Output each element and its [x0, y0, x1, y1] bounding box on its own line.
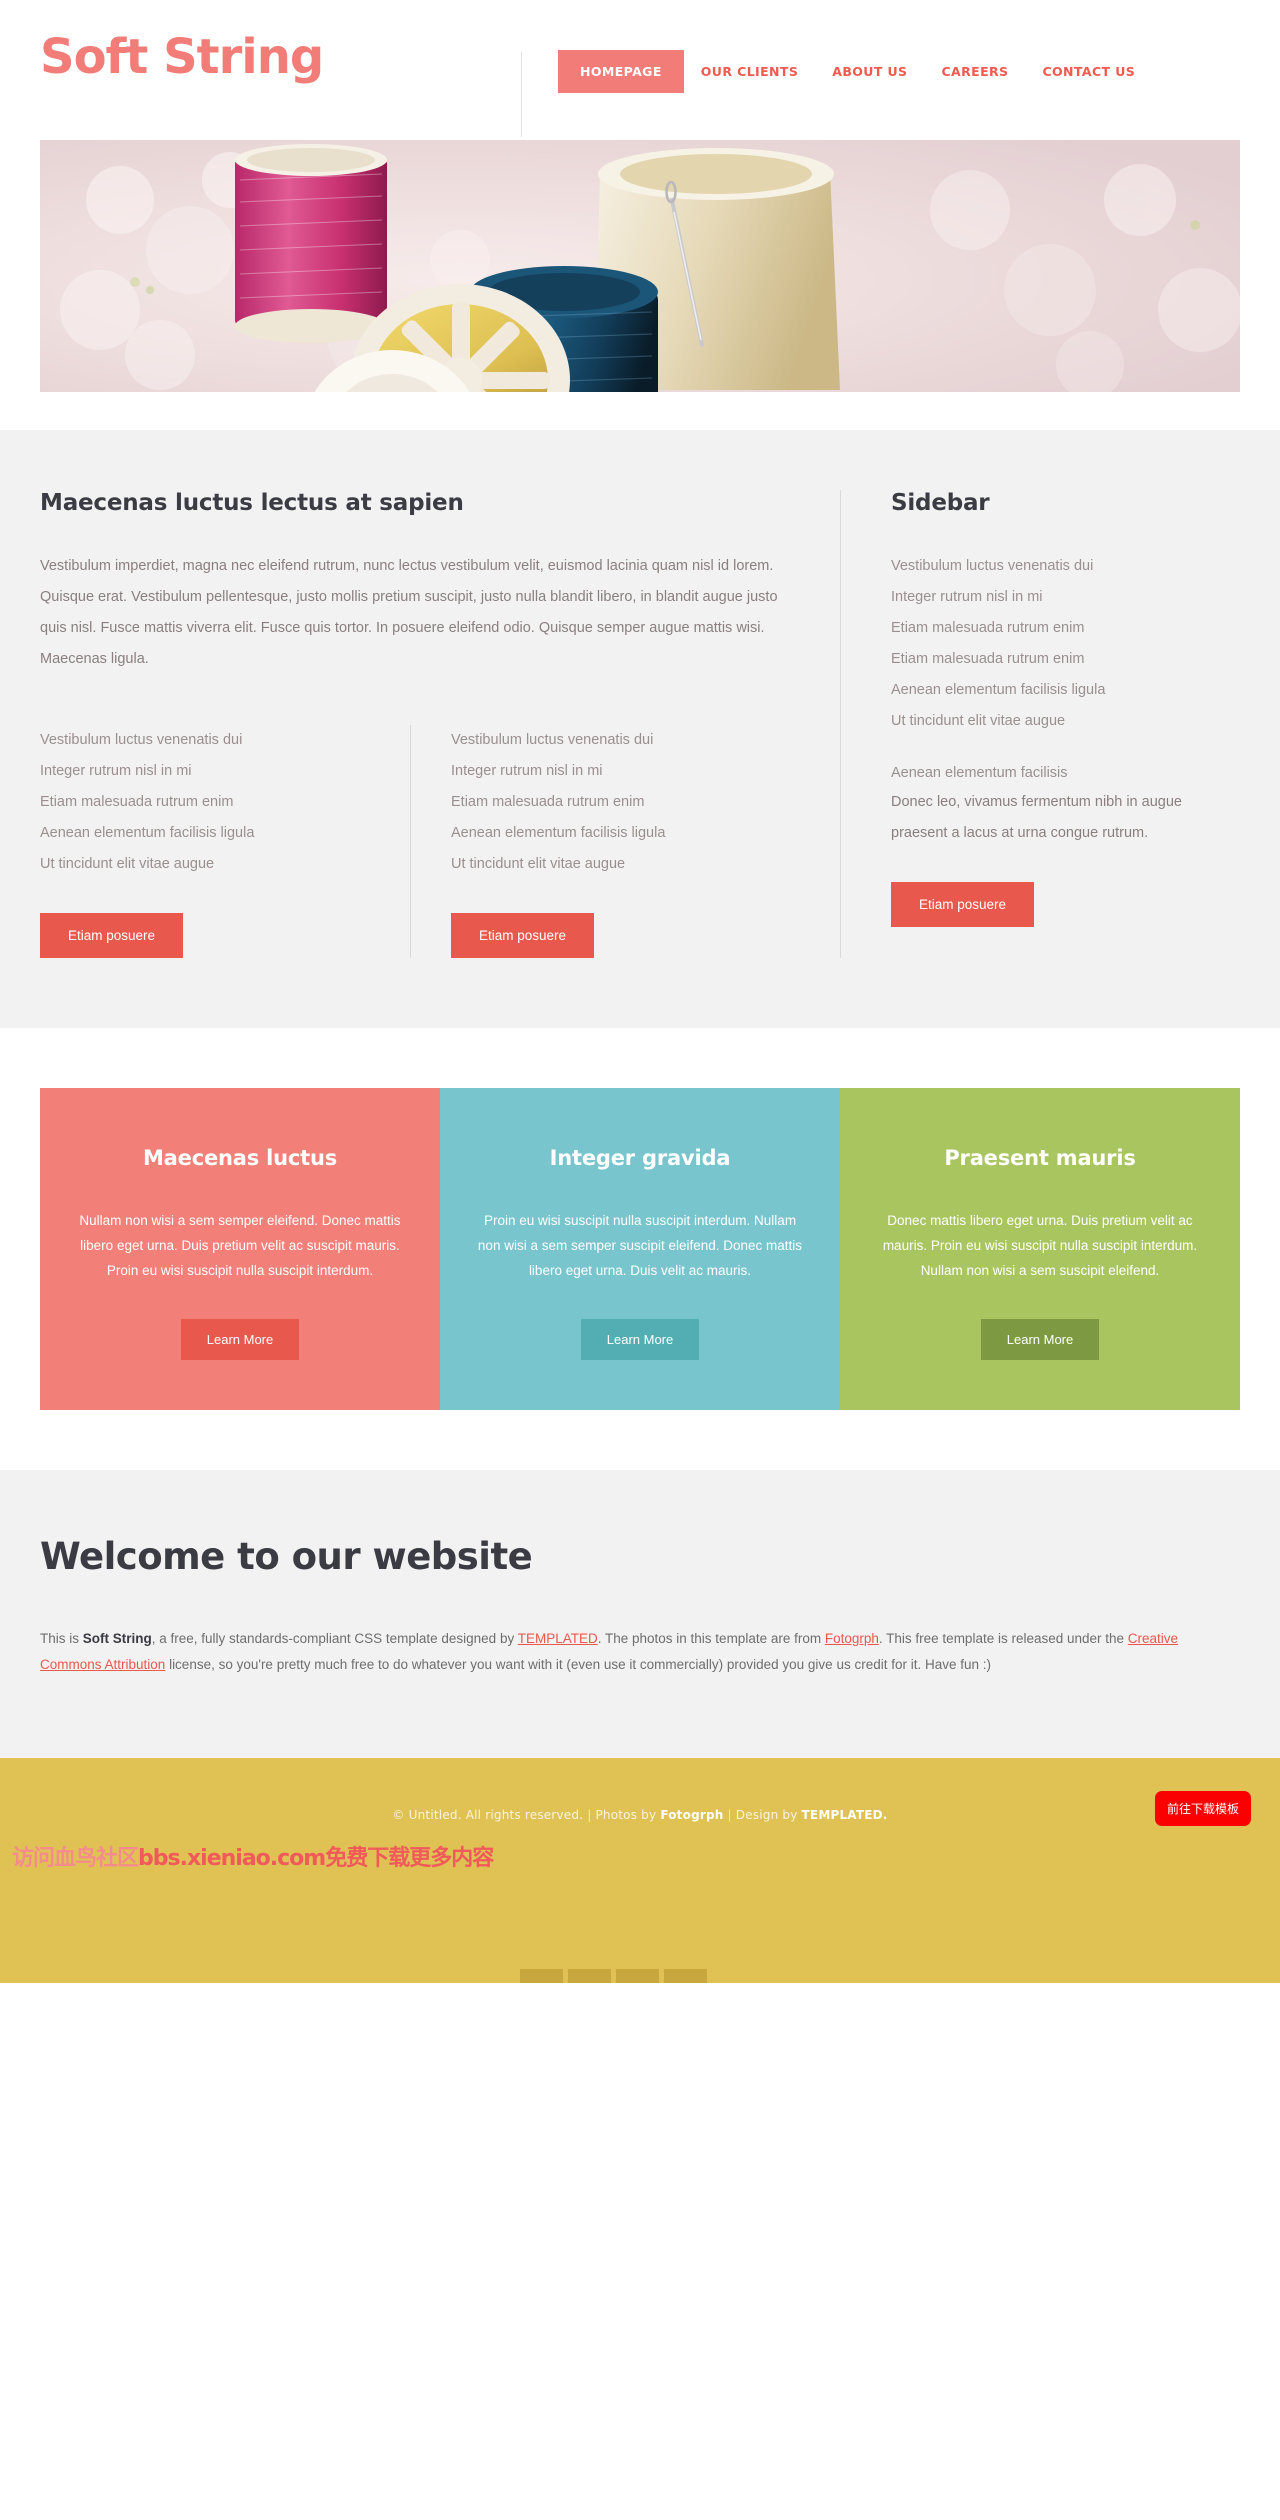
main-heading: Maecenas luctus lectus at sapien — [40, 490, 464, 516]
list-item: Vestibulum luctus venenatis dui — [891, 558, 1094, 574]
promo-boxes-section: Maecenas luctus Nullam non wisi a sem se… — [0, 1028, 1280, 1470]
header-divider — [521, 52, 522, 137]
promo-box-text: Nullam non wisi a sem semper eleifend. D… — [79, 1213, 401, 1278]
welcome-paragraph: This is Soft String, a free, fully stand… — [40, 1626, 1240, 1678]
feature-list-right: Vestibulum luctus venenatis dui Integer … — [410, 725, 780, 958]
welcome-text-1: This is — [40, 1631, 83, 1646]
nav-item-homepage[interactable]: HOMEPAGE — [558, 50, 684, 93]
list-item: Ut tincidunt elit vitae augue — [891, 713, 1066, 729]
list-left: Vestibulum luctus venenatis dui Integer … — [40, 725, 370, 880]
banner-section — [0, 140, 1280, 430]
etiam-posuere-button-left[interactable]: Etiam posuere — [40, 913, 184, 958]
learn-more-button-integer[interactable]: Learn More — [580, 1319, 700, 1360]
promo-box-title: Praesent mauris — [944, 1146, 1136, 1170]
promo-box-text: Donec mattis libero eget urna. Duis pret… — [882, 1213, 1198, 1278]
main-navigation: HOMEPAGE OUR CLIENTS ABOUT US CAREERS CO… — [558, 50, 1152, 93]
sidebar-column: Sidebar Vestibulum luctus venenatis dui … — [840, 490, 1240, 958]
nav-item-careers[interactable]: CAREERS — [924, 50, 1025, 93]
footer-bottom-blocks — [520, 1969, 707, 1983]
list-item: Ut tincidunt elit vitae augue — [451, 856, 626, 872]
footer-design-prefix: Design by — [735, 1808, 802, 1822]
learn-more-button-maecenas[interactable]: Learn More — [180, 1319, 300, 1360]
feature-list-left: Vestibulum luctus venenatis dui Integer … — [40, 725, 410, 958]
footer-design-by[interactable]: TEMPLATED. — [802, 1808, 888, 1822]
content-section: Maecenas luctus lectus at sapien Vestibu… — [0, 430, 1280, 1028]
list-item: Integer rutrum nisl in mi — [891, 589, 1043, 605]
sidebar-subheading: Aenean elementum facilisis — [891, 765, 1068, 781]
etiam-posuere-button-right[interactable]: Etiam posuere — [451, 913, 595, 958]
learn-more-button-praesent[interactable]: Learn More — [980, 1319, 1100, 1360]
watermark-part-1: 访问血鸟社区 — [12, 1846, 139, 1871]
list-item: Vestibulum luctus venenatis dui — [451, 732, 654, 748]
list-item: Aenean elementum facilisis ligula — [451, 825, 666, 841]
welcome-text-5: license, so you're pretty much free to d… — [165, 1657, 992, 1672]
welcome-heading: Welcome to our website — [40, 1535, 533, 1578]
nav-item-about-us[interactable]: ABOUT US — [815, 50, 924, 93]
footer-separator: | — [587, 1808, 592, 1822]
sidebar-heading: Sidebar — [891, 490, 990, 516]
sidebar-paragraph: Donec leo, vivamus fermentum nibh in aug… — [891, 794, 1182, 841]
list-item: Integer rutrum nisl in mi — [451, 763, 603, 779]
promo-box-title: Maecenas luctus — [142, 1146, 338, 1170]
feature-lists: Vestibulum luctus venenatis dui Integer … — [40, 725, 780, 958]
site-header: Soft String HOMEPAGE OUR CLIENTS ABOUT U… — [0, 0, 1280, 140]
promo-box-title: Integer gravida — [549, 1146, 731, 1170]
footer-block — [664, 1969, 707, 1983]
site-logo[interactable]: Soft String — [40, 33, 324, 81]
promo-box-text: Proin eu wisi suscipit nulla suscipit in… — [477, 1213, 803, 1278]
footer-photos-prefix: Photos by — [595, 1808, 661, 1822]
site-watermark: 访问血鸟社区bbs.xieniao.com免费下载更多内容 — [12, 1840, 494, 1872]
sidebar-list: Vestibulum luctus venenatis dui Integer … — [891, 551, 1240, 737]
list-item: Etiam malesuada rutrum enim — [891, 620, 1085, 636]
main-column: Maecenas luctus lectus at sapien Vestibu… — [40, 490, 840, 958]
list-item: Etiam malesuada rutrum enim — [891, 651, 1085, 667]
footer-photos-by[interactable]: Fotogrph — [660, 1808, 723, 1822]
welcome-brand: Soft String — [82, 1631, 152, 1646]
footer-credits: © Untitled. All rights reserved. | Photos … — [0, 1808, 1280, 1822]
banner-image — [40, 140, 1240, 392]
list-item: Aenean elementum facilisis ligula — [891, 682, 1106, 698]
etiam-posuere-button-sidebar[interactable]: Etiam posuere — [891, 882, 1035, 927]
link-fotogrph[interactable]: Fotogrph — [825, 1631, 879, 1646]
download-template-button[interactable]: 前往下载模板 — [1154, 1791, 1251, 1826]
promo-box-praesent: Praesent mauris Donec mattis libero eget… — [840, 1088, 1240, 1410]
list-item: Vestibulum luctus venenatis dui — [40, 732, 243, 748]
footer-block — [616, 1969, 659, 1983]
watermark-part-2: bbs.xieniao.com — [138, 1846, 326, 1871]
nav-item-contact-us[interactable]: CONTACT US — [1025, 50, 1152, 93]
list-item: Ut tincidunt elit vitae augue — [40, 856, 215, 872]
list-item: Etiam malesuada rutrum enim — [451, 794, 645, 810]
welcome-text-2: , a free, fully standards-compliant CSS … — [151, 1631, 518, 1646]
nav-item-our-clients[interactable]: OUR CLIENTS — [684, 50, 815, 93]
footer-separator: | — [727, 1808, 732, 1822]
welcome-text-4: . This free template is released under t… — [878, 1631, 1128, 1646]
footer-copyright: © Untitled. All rights reserved. — [392, 1808, 584, 1822]
watermark-part-3: 免费下载更多内容 — [325, 1846, 494, 1871]
promo-box-integer: Integer gravida Proin eu wisi suscipit n… — [440, 1088, 840, 1410]
site-footer: © Untitled. All rights reserved. | Photos … — [0, 1758, 1280, 1983]
main-paragraph: Vestibulum imperdiet, magna nec eleifend… — [40, 558, 778, 667]
link-templated[interactable]: TEMPLATED — [518, 1631, 598, 1646]
welcome-section: Welcome to our website This is Soft Stri… — [0, 1470, 1280, 1758]
list-item: Integer rutrum nisl in mi — [40, 763, 192, 779]
list-right: Vestibulum luctus venenatis dui Integer … — [451, 725, 780, 880]
list-item: Etiam malesuada rutrum enim — [40, 794, 234, 810]
footer-block — [568, 1969, 611, 1983]
welcome-text-3: . The photos in this template are from — [597, 1631, 825, 1646]
footer-block — [520, 1969, 563, 1983]
promo-box-maecenas: Maecenas luctus Nullam non wisi a sem se… — [40, 1088, 440, 1410]
list-item: Aenean elementum facilisis ligula — [40, 825, 255, 841]
promo-boxes: Maecenas luctus Nullam non wisi a sem se… — [40, 1088, 1240, 1410]
